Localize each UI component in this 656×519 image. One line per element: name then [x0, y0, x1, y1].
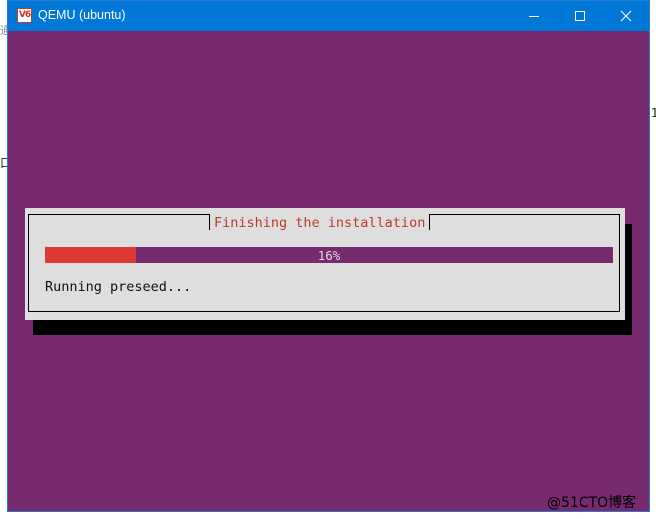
- vm-display[interactable]: Finishing the installation 16% Running p…: [8, 31, 649, 511]
- minimize-icon: [529, 16, 539, 17]
- progress-bar: 16%: [45, 247, 613, 263]
- minimize-button[interactable]: [511, 1, 557, 31]
- status-message: Running preseed...: [45, 279, 192, 295]
- qemu-window: V6 QEMU (ubuntu) Finishing the installat…: [7, 0, 650, 512]
- installer-dialog: Finishing the installation 16% Running p…: [25, 208, 625, 320]
- watermark: @51CTO博客: [547, 495, 637, 511]
- maximize-button[interactable]: [557, 1, 603, 31]
- background-text-fragment: 1: [651, 106, 656, 120]
- close-button[interactable]: [603, 1, 649, 31]
- title-bar[interactable]: V6 QEMU (ubuntu): [8, 1, 649, 31]
- dialog-frame: Finishing the installation 16% Running p…: [28, 214, 620, 312]
- window-title: QEMU (ubuntu): [38, 8, 126, 22]
- maximize-icon: [575, 11, 585, 21]
- progress-percent: 16%: [317, 248, 341, 263]
- dialog-title: Finishing the installation: [209, 214, 431, 231]
- qemu-app-icon[interactable]: V6: [17, 8, 32, 23]
- close-icon: [620, 10, 632, 22]
